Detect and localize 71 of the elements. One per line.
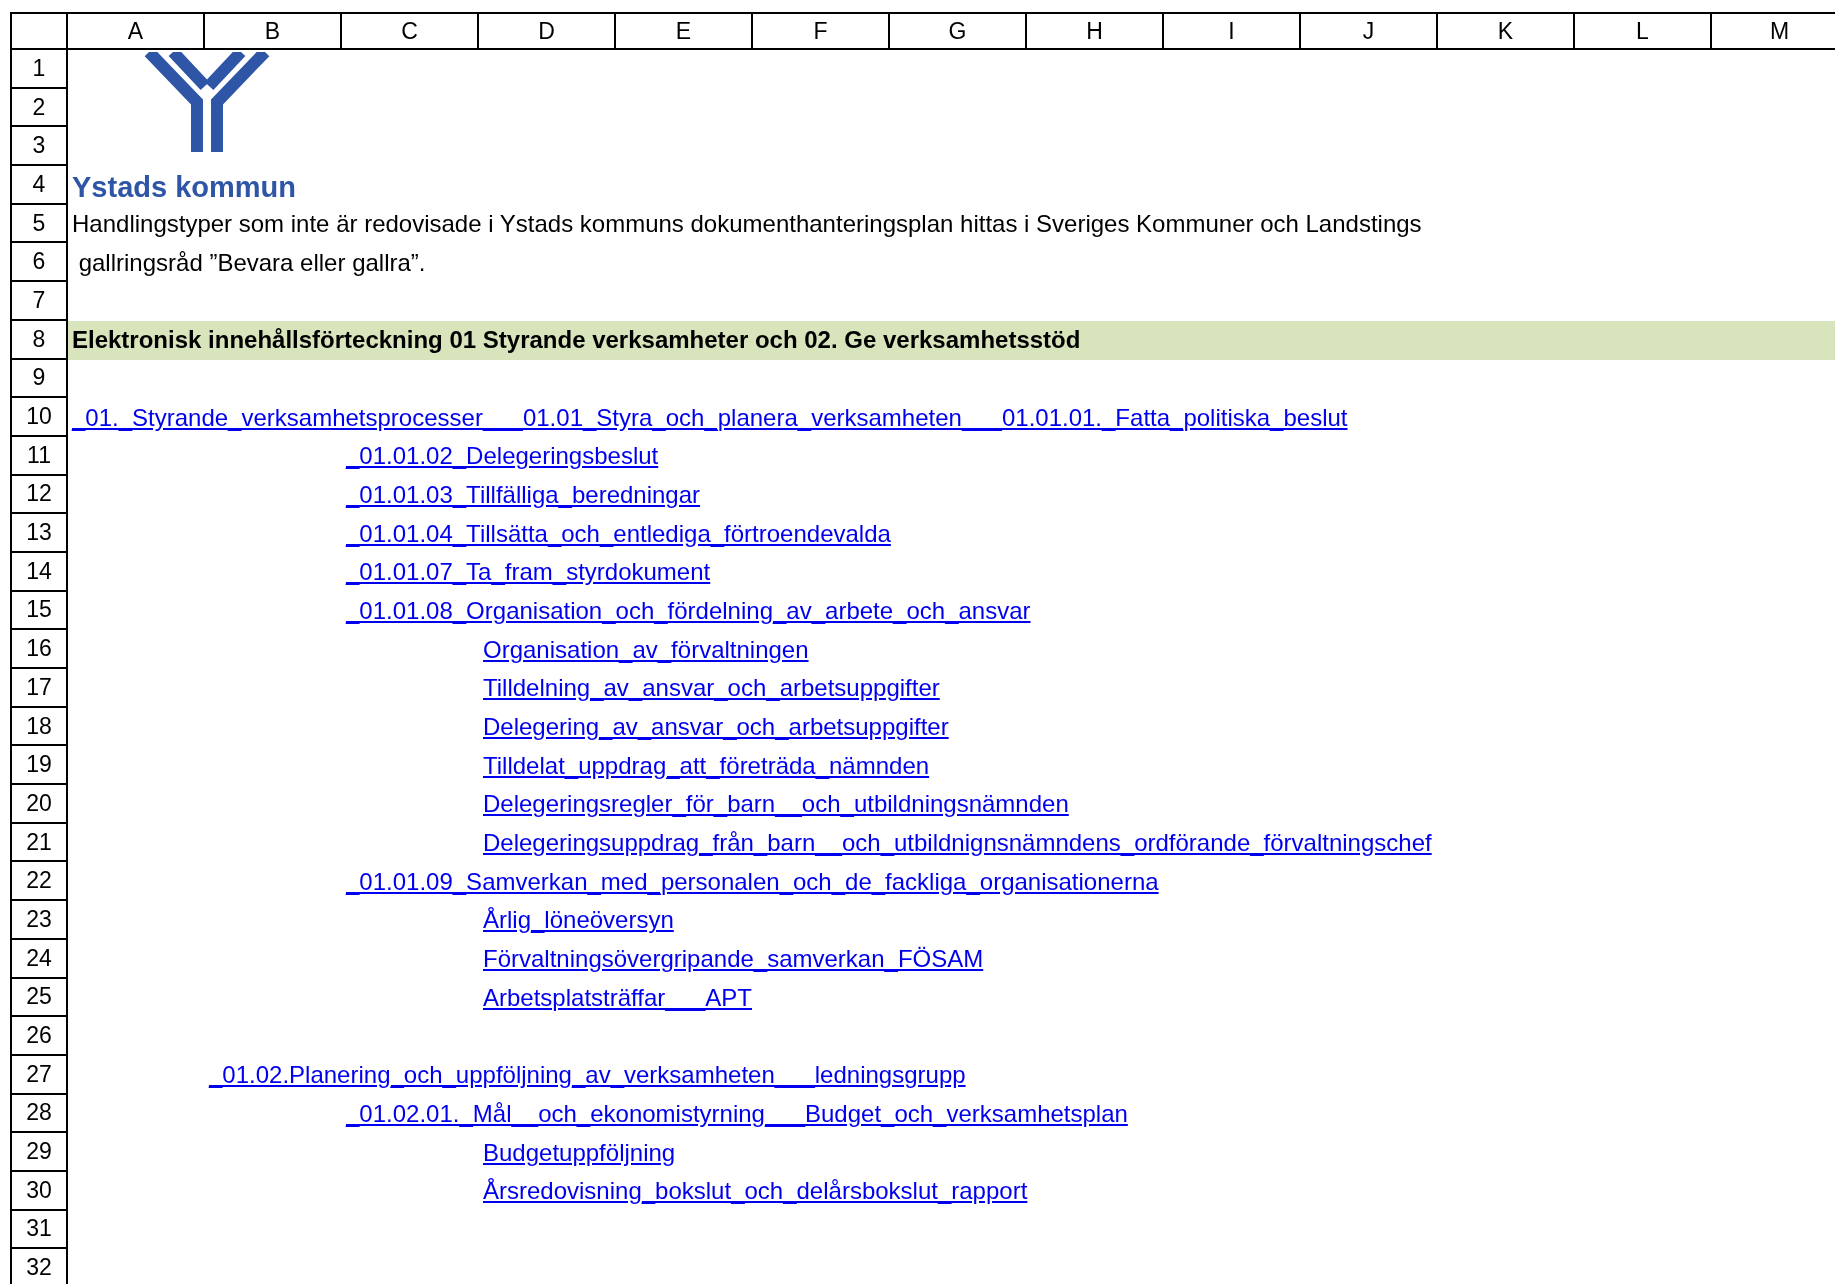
- row-header[interactable]: 1: [10, 50, 68, 89]
- hyperlink[interactable]: Tilldelning_av_ansvar_och_arbetsuppgifter: [479, 669, 940, 708]
- hyperlink[interactable]: _01.01.02_Delegeringsbeslut: [342, 436, 659, 476]
- row-header[interactable]: 18: [10, 707, 68, 747]
- hyperlink[interactable]: Organisation_av_förvaltningen: [479, 630, 809, 669]
- row-header[interactable]: 22: [10, 862, 68, 902]
- column-header[interactable]: M: [1712, 12, 1835, 50]
- hyperlink[interactable]: _01.01.04_Tillsätta_och_entlediga_förtroendevalda: [342, 514, 891, 553]
- row-header[interactable]: 6: [10, 243, 68, 283]
- hyperlink[interactable]: Tilldelat_uppdrag_att_företräda_nämnden: [479, 746, 930, 786]
- column-header[interactable]: B: [205, 12, 342, 50]
- hyperlink[interactable]: _01.01.03_Tillfälliga_beredningar: [342, 475, 701, 515]
- hyperlink[interactable]: Delegering_av_ansvar_och_arbetsuppgifter: [479, 707, 949, 747]
- hyperlink[interactable]: Årsredovisning_bokslut_och_delårsbokslut_rapport: [479, 1171, 1028, 1211]
- row-header[interactable]: 20: [10, 785, 68, 824]
- select-all-corner[interactable]: [10, 12, 68, 50]
- column-header[interactable]: A: [68, 12, 205, 50]
- row-header[interactable]: 32: [10, 1249, 68, 1284]
- column-header[interactable]: E: [616, 12, 753, 50]
- row-header[interactable]: 15: [10, 591, 68, 631]
- hyperlink[interactable]: _01.01.08_Organisation_och_fördelning_av_arbete_och_ansvar: [342, 591, 1031, 631]
- row-header[interactable]: 2: [10, 88, 68, 128]
- row-header[interactable]: 16: [10, 630, 68, 669]
- row-header[interactable]: 7: [10, 282, 68, 321]
- row-header[interactable]: 3: [10, 127, 68, 167]
- row-header[interactable]: 27: [10, 1055, 68, 1095]
- row-header[interactable]: 13: [10, 514, 68, 553]
- row-header[interactable]: 10: [10, 398, 68, 437]
- column-header[interactable]: K: [1438, 12, 1575, 50]
- row-header[interactable]: 9: [10, 359, 68, 399]
- row-header[interactable]: 30: [10, 1171, 68, 1211]
- hyperlink[interactable]: _01.01.07_Ta_fram_styrdokument: [342, 552, 711, 592]
- note-text: gallringsråd ”Bevara eller gallra”.: [77, 247, 427, 278]
- hyperlink[interactable]: Delegeringsregler_för_barn__och_utbildningsnämnden: [479, 785, 1069, 824]
- hyperlink[interactable]: _01._Styrande_verksamhetsprocesser___01.01_Styra_och_planera_verksamheten___01.01.01._Fatta_politiska_beslut: [68, 398, 1348, 437]
- column-header[interactable]: C: [342, 12, 479, 50]
- logo-text: Ystads kommun: [71, 170, 296, 205]
- row-header[interactable]: 14: [10, 552, 68, 592]
- row-header[interactable]: 4: [10, 166, 68, 205]
- hyperlink[interactable]: _01.02.01._Mål__och_ekonomistyrning___Budget_och_verksamhetsplan: [342, 1094, 1128, 1134]
- column-header[interactable]: G: [890, 12, 1027, 50]
- column-header[interactable]: H: [1027, 12, 1164, 50]
- row-header[interactable]: 11: [10, 436, 68, 476]
- row-header[interactable]: 29: [10, 1133, 68, 1172]
- row-header[interactable]: 5: [10, 204, 68, 244]
- row-header[interactable]: 28: [10, 1094, 68, 1134]
- row-header[interactable]: 25: [10, 978, 68, 1018]
- hyperlink[interactable]: Årlig_löneöversyn: [479, 901, 674, 940]
- hyperlink[interactable]: Delegeringsuppdrag_från_barn__och_utbildnignsnämndens_ordförande_förvaltningschef: [479, 823, 1432, 863]
- row-header[interactable]: 21: [10, 823, 68, 863]
- column-header[interactable]: F: [753, 12, 890, 50]
- row-header[interactable]: 24: [10, 939, 68, 979]
- section-heading: Elektronisk innehållsförteckning 01 Styrande verksamheter och 02. Ge verksamhetsstöd: [68, 320, 1835, 360]
- row-header[interactable]: 12: [10, 475, 68, 515]
- logo-mark-icon: [143, 52, 271, 152]
- hyperlink[interactable]: _01.02.Planering_och_uppföljning_av_verksamheten___ledningsgrupp: [205, 1055, 966, 1095]
- column-header[interactable]: L: [1575, 12, 1712, 50]
- note-text: Handlingstyper som inte är redovisade i Ystads kommuns dokumenthanteringsplan hittas i Sveriges Kommuner och Landstings: [71, 209, 1423, 240]
- hyperlink[interactable]: Budgetuppföljning: [479, 1133, 676, 1172]
- row-header[interactable]: 17: [10, 669, 68, 708]
- row-header[interactable]: 31: [10, 1210, 68, 1250]
- hyperlink[interactable]: Arbetsplatsträffar___APT: [479, 978, 753, 1018]
- hyperlink[interactable]: _01.01.09_Samverkan_med_personalen_och_de_fackliga_organisationerna: [342, 862, 1159, 902]
- row-header[interactable]: 8: [10, 320, 68, 360]
- row-header[interactable]: 23: [10, 901, 68, 940]
- column-header[interactable]: J: [1301, 12, 1438, 50]
- hyperlink[interactable]: Förvaltningsövergripande_samverkan_FÖSAM: [479, 939, 984, 979]
- column-header[interactable]: D: [479, 12, 616, 50]
- row-header[interactable]: 19: [10, 746, 68, 786]
- row-header[interactable]: 26: [10, 1017, 68, 1056]
- column-header[interactable]: I: [1164, 12, 1301, 50]
